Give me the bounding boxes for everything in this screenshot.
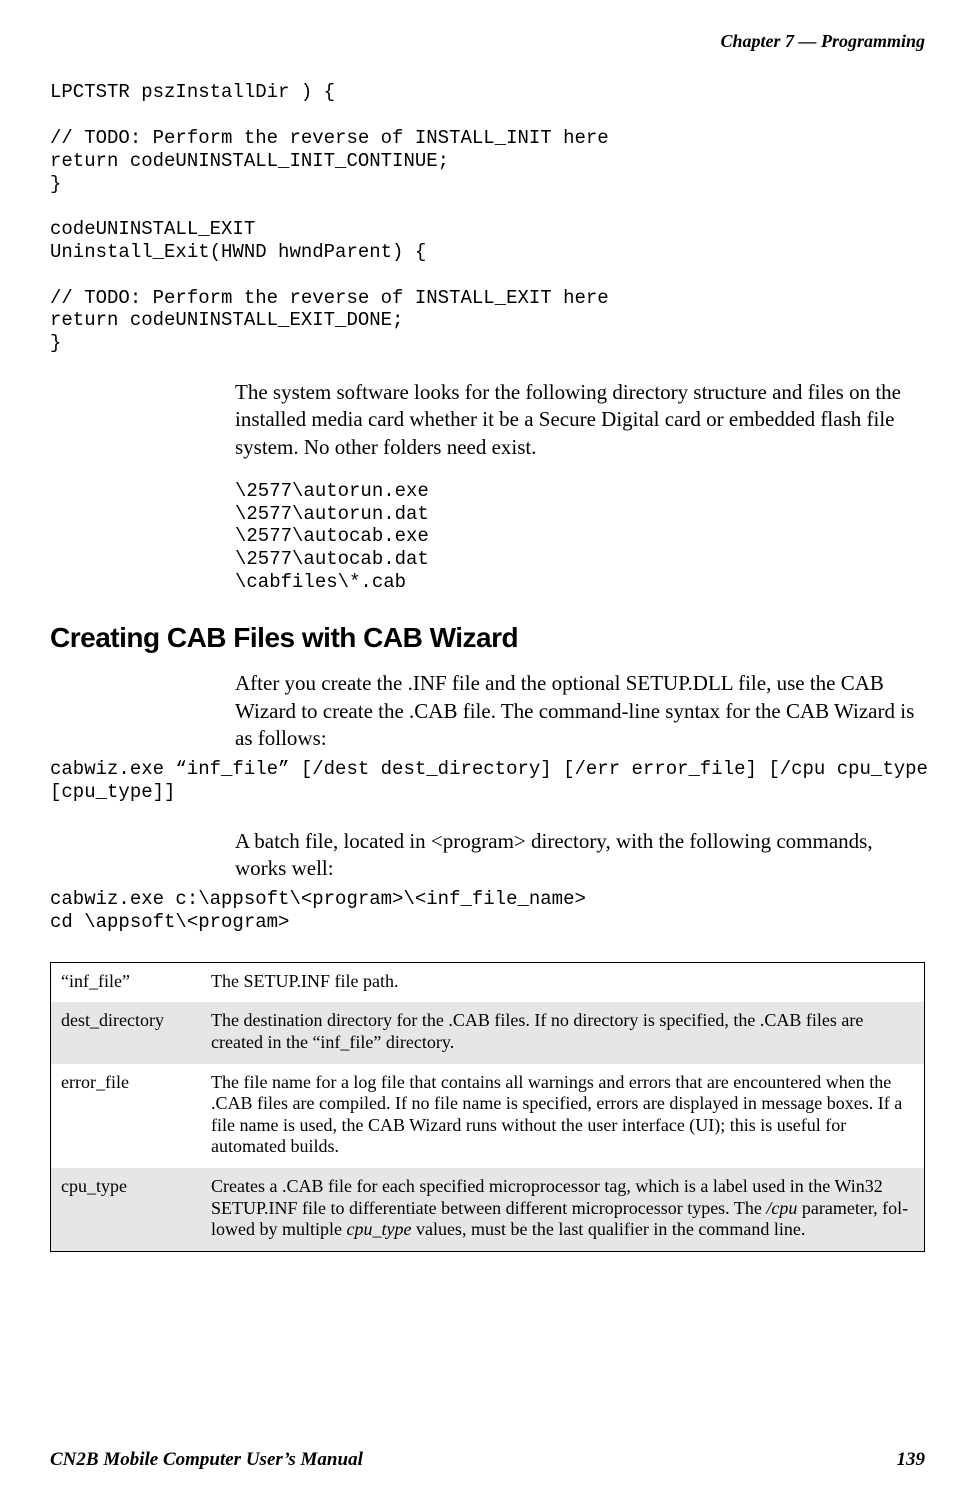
chapter-label: Chapter 7 — Programming	[720, 31, 925, 51]
table-row: “inf_file” The SETUP.INF file path.	[51, 962, 925, 1002]
param-desc: The destination directory for the .CAB f…	[201, 1002, 925, 1063]
parameters-table: “inf_file” The SETUP.INF file path. dest…	[50, 962, 925, 1252]
param-name: “inf_file”	[51, 962, 202, 1002]
page-footer: CN2B Mobile Computer User’s Manual 139	[50, 1448, 925, 1473]
table-row: cpu_type Creates a .CAB file for each sp…	[51, 1168, 925, 1251]
param-name: dest_directory	[51, 1002, 202, 1063]
param-name: error_file	[51, 1064, 202, 1168]
code-block-uninstall: LPCTSTR pszInstallDir ) { // TODO: Perfo…	[50, 81, 925, 355]
param-desc: The SETUP.INF file path.	[201, 962, 925, 1002]
paragraph-batch: A batch file, located in <program> direc…	[235, 828, 925, 883]
table-row: error_file The file name for a log file …	[51, 1064, 925, 1168]
paragraph-cab-intro: After you create the .INF file and the o…	[235, 670, 925, 752]
param-name: cpu_type	[51, 1168, 202, 1251]
param-desc: Creates a .CAB file for each specified m…	[201, 1168, 925, 1251]
code-block-paths: \2577\autorun.exe \2577\autorun.dat \257…	[235, 480, 925, 594]
page-header: Chapter 7 — Programming	[50, 30, 925, 53]
param-desc: The file name for a log file that contai…	[201, 1064, 925, 1168]
code-block-syntax: cabwiz.exe “inf_file” [/dest dest_direct…	[50, 758, 925, 804]
page-number: 139	[897, 1448, 926, 1473]
footer-title: CN2B Mobile Computer User’s Manual	[50, 1448, 363, 1473]
table-row: dest_directory The destination directory…	[51, 1002, 925, 1063]
code-block-batch: cabwiz.exe c:\appsoft\<program>\<inf_fil…	[50, 888, 925, 934]
section-heading-cab-wizard: Creating CAB Files with CAB Wizard	[50, 620, 925, 656]
paragraph-system-software: The system software looks for the follow…	[235, 379, 925, 461]
